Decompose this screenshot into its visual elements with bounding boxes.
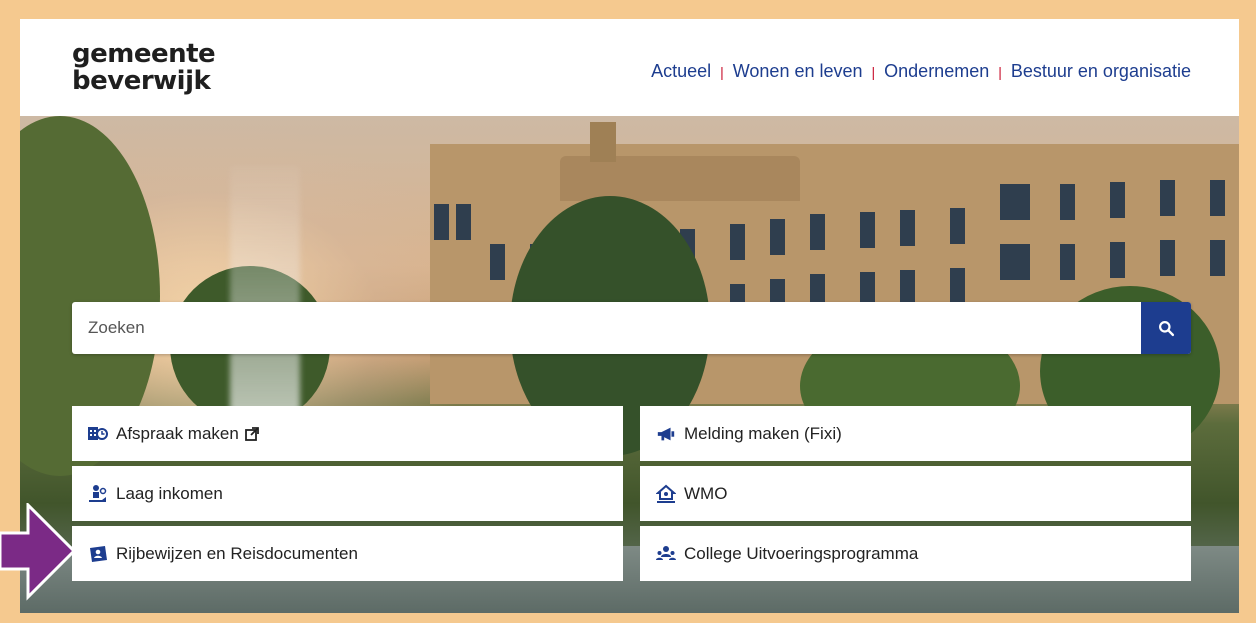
calendar-clock-icon: [88, 424, 108, 444]
search-button[interactable]: [1141, 302, 1191, 354]
tile-label: Rijbewijzen en Reisdocumenten: [116, 543, 358, 563]
site-header: gemeente beverwijk Actueel | Wonen en le…: [20, 19, 1239, 116]
tile-wmo[interactable]: WMO: [640, 466, 1191, 521]
nav-item-ondernemen[interactable]: Ondernemen: [884, 61, 989, 82]
tile-college-uitvoeringsprogramma[interactable]: College Uitvoeringsprogramma: [640, 526, 1191, 581]
money-hand-icon: [88, 484, 108, 504]
logo-line-2: beverwijk: [72, 66, 211, 96]
tile-label: College Uitvoeringsprogramma: [684, 543, 919, 563]
nav-separator: |: [720, 63, 724, 80]
annotation-arrow-icon: [0, 503, 77, 601]
tile-afspraak-maken[interactable]: Afspraak maken: [72, 406, 623, 461]
search-icon: [1158, 320, 1174, 336]
tile-melding-maken[interactable]: Melding maken (Fixi): [640, 406, 1191, 461]
main-nav: Actueel | Wonen en leven | Ondernemen | …: [651, 61, 1191, 82]
house-care-icon: [656, 484, 676, 504]
search-bar: [72, 302, 1191, 354]
site-logo[interactable]: gemeente beverwijk: [72, 39, 216, 96]
tile-label: Melding maken (Fixi): [684, 423, 842, 443]
search-input[interactable]: [72, 302, 1140, 354]
tile-label: WMO: [684, 483, 728, 503]
tile-laag-inkomen[interactable]: Laag inkomen: [72, 466, 623, 521]
external-link-icon: [244, 426, 259, 441]
megaphone-icon: [656, 424, 676, 444]
tile-rijbewijzen[interactable]: Rijbewijzen en Reisdocumenten: [72, 526, 623, 581]
nav-separator: |: [998, 63, 1002, 80]
nav-item-bestuur-en-organisatie[interactable]: Bestuur en organisatie: [1011, 61, 1191, 82]
fountain: [230, 166, 300, 436]
nav-item-actueel[interactable]: Actueel: [651, 61, 711, 82]
tile-label: Afspraak maken: [116, 423, 239, 443]
building-tower: [590, 122, 616, 162]
nav-separator: |: [871, 63, 876, 80]
logo-line-1: gemeente: [72, 39, 216, 69]
page-frame: gemeente beverwijk Actueel | Wonen en le…: [20, 19, 1239, 613]
building-roof: [560, 156, 800, 201]
people-group-icon: [656, 544, 676, 564]
id-card-icon: [88, 544, 108, 564]
hero-image: Afspraak maken Melding maken (Fixi) Laag…: [20, 116, 1239, 613]
tile-label: Laag inkomen: [116, 483, 223, 503]
nav-item-wonen-en-leven[interactable]: Wonen en leven: [733, 61, 863, 82]
